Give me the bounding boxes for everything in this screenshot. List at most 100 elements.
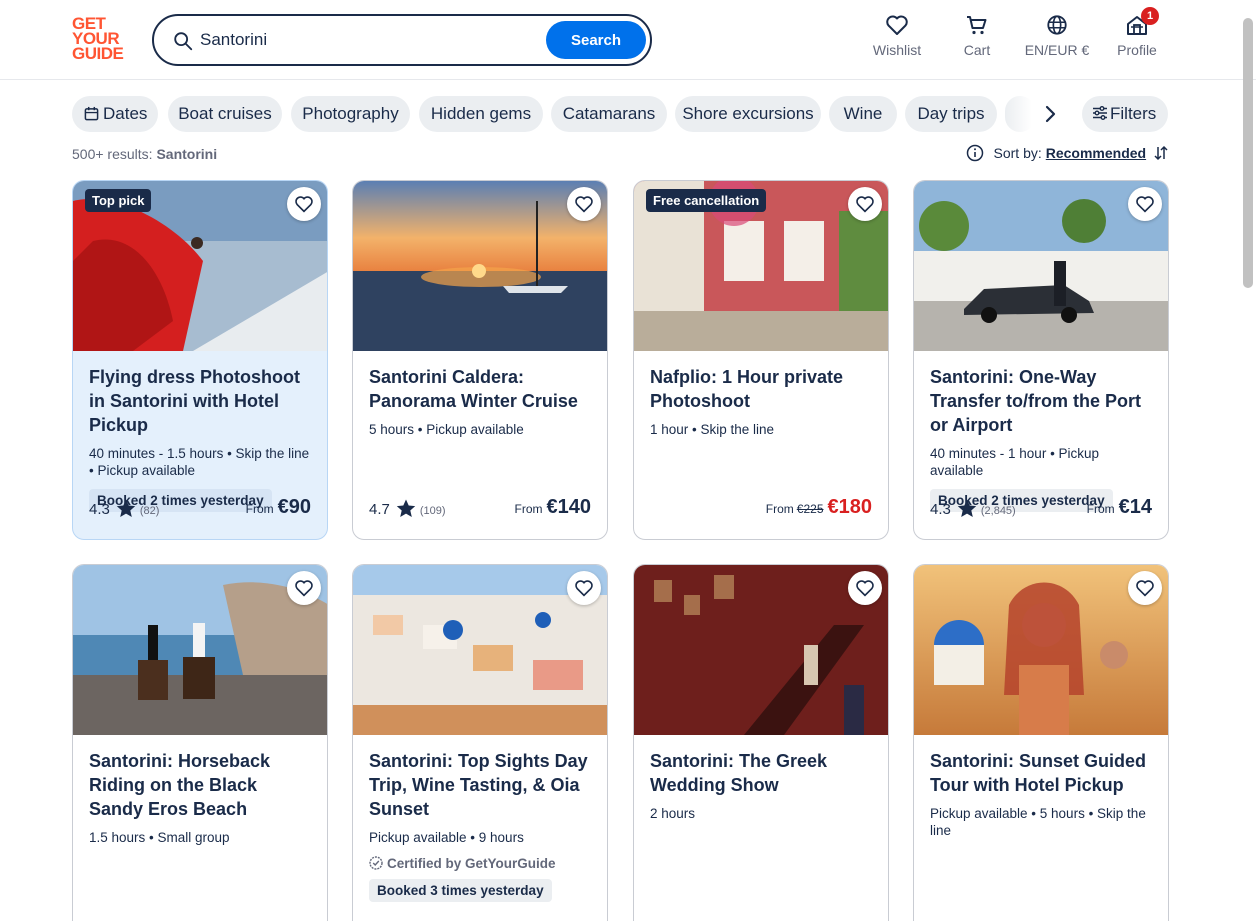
chevron-right-icon[interactable]: [1036, 100, 1064, 128]
card-tag: Free cancellation: [646, 189, 767, 212]
cart-icon: [967, 16, 987, 35]
price-from: From: [245, 502, 274, 516]
sort-arrows-icon: [1154, 145, 1168, 161]
activity-card[interactable]: Santorini Caldera: Panorama Winter Cruis…: [352, 180, 608, 540]
price-from: From: [1086, 502, 1115, 516]
wishlist-button[interactable]: [1128, 187, 1162, 221]
card-meta: 40 minutes - 1.5 hours • Skip the line •…: [89, 446, 310, 478]
activity-card[interactable]: Santorini: One-Way Transfer to/from the …: [913, 180, 1169, 540]
card-title[interactable]: Flying dress Photoshoot in Santorini wit…: [89, 365, 311, 437]
card-title[interactable]: Nafplio: 1 Hour private Photoshoot: [650, 365, 872, 413]
card-rating: 4.7 (109): [369, 499, 446, 518]
card-image: [914, 181, 1168, 351]
heart-icon: [1136, 196, 1154, 213]
card-title[interactable]: Santorini: Horseback Riding on the Black…: [89, 749, 311, 821]
wishlist-button[interactable]: [1128, 571, 1162, 605]
card-tag: Top pick: [85, 189, 152, 212]
activity-card[interactable]: Free cancellation Nafplio: 1 Hour privat…: [633, 180, 889, 540]
card-image: [73, 565, 327, 735]
logo-line: GUIDE: [72, 44, 124, 63]
activity-card[interactable]: Santorini: Top Sights Day Trip, Wine Tas…: [352, 564, 608, 921]
review-count: (109): [419, 505, 446, 517]
search-icon: [174, 32, 193, 51]
wishlist-button[interactable]: [287, 571, 321, 605]
card-title[interactable]: Santorini: Top Sights Day Trip, Wine Tas…: [369, 749, 591, 821]
card-meta: Pickup available • 9 hours: [369, 830, 524, 845]
activity-card[interactable]: Santorini: The Greek Wedding Show 2 hour…: [633, 564, 889, 921]
card-image: [634, 565, 888, 735]
rating-value: 4.7: [369, 501, 390, 518]
card-rating: 4.3 (2,845): [930, 499, 1016, 518]
scrollbar-thumb[interactable]: [1243, 18, 1253, 288]
card-image: [914, 565, 1168, 735]
card-title[interactable]: Santorini Caldera: Panorama Winter Cruis…: [369, 365, 591, 413]
heart-icon: [856, 196, 874, 213]
logo[interactable]: GET YOUR GUIDE: [72, 15, 130, 63]
price-amount: €180: [827, 496, 873, 518]
nav-cart[interactable]: Cart: [957, 14, 997, 64]
info-icon[interactable]: [966, 144, 984, 162]
results-query: Santorini: [156, 146, 218, 162]
header: GET YOUR GUIDE Search Wishlist Cart EN/E…: [0, 0, 1256, 80]
star-icon: [116, 499, 136, 517]
nav-profile-label: Profile: [1117, 42, 1157, 58]
nav-cart-label: Cart: [963, 42, 991, 58]
sort-value[interactable]: Recommended: [1046, 145, 1146, 161]
nav-locale[interactable]: EN/EUR €: [1022, 14, 1092, 64]
card-image: Top pick: [73, 181, 327, 351]
chip-dates[interactable]: Dates: [72, 96, 158, 132]
filters-button[interactable]: Filters: [1082, 96, 1168, 132]
nav-profile[interactable]: 1 Profile: [1114, 7, 1160, 64]
wishlist-button[interactable]: [848, 571, 882, 605]
price-amount: €14: [1118, 496, 1152, 518]
calendar-icon: [84, 106, 99, 121]
filter-chips: Dates Boat cruises Photography Hidden ge…: [72, 96, 1168, 132]
chip-day-trips[interactable]: Day trips: [905, 96, 997, 132]
card-title[interactable]: Santorini: The Greek Wedding Show: [650, 749, 872, 797]
card-price: From €14: [1087, 496, 1152, 519]
chip-hidden-gems[interactable]: Hidden gems: [419, 96, 543, 132]
chip-photography[interactable]: Photography: [291, 96, 410, 132]
chip-overflow: [1005, 96, 1035, 132]
card-image: [353, 181, 607, 351]
card-meta: 40 minutes - 1 hour • Pickup available: [930, 446, 1100, 478]
card-title[interactable]: Santorini: One-Way Transfer to/from the …: [930, 365, 1152, 437]
results-count-text: 500+ results:: [72, 146, 153, 162]
card-price: From €90: [246, 496, 311, 519]
chip-boat-cruises[interactable]: Boat cruises: [168, 96, 282, 132]
certified-text: Certified by GetYourGuide: [387, 856, 556, 871]
heart-icon: [295, 580, 313, 597]
card-title[interactable]: Santorini: Sunset Guided Tour with Hotel…: [930, 749, 1152, 797]
rating-value: 4.3: [930, 501, 951, 518]
price-from: From: [514, 502, 543, 516]
chip-label: Dates: [103, 104, 148, 123]
search-input[interactable]: [200, 28, 540, 52]
chip-shore-excursions[interactable]: Shore excursions: [675, 96, 821, 132]
chip-wine[interactable]: Wine: [829, 96, 897, 132]
search-button[interactable]: Search: [546, 21, 646, 59]
activity-card[interactable]: Santorini: Horseback Riding on the Black…: [72, 564, 328, 921]
wishlist-button[interactable]: [567, 571, 601, 605]
card-meta: 2 hours: [650, 806, 696, 821]
card-image: Free cancellation: [634, 181, 888, 351]
nav-locale-label: EN/EUR €: [1024, 42, 1090, 58]
sort-label: Sort by:: [993, 145, 1042, 161]
activity-card[interactable]: Top pick Flying dress Photoshoot in Sant…: [72, 180, 328, 540]
price-amount: €90: [277, 496, 311, 518]
certified-label: Certified by GetYourGuide: [369, 856, 591, 871]
booked-badge: Booked 3 times yesterday: [369, 879, 552, 902]
review-count: (2,845): [980, 505, 1016, 517]
chip-catamarans[interactable]: Catamarans: [551, 96, 667, 132]
card-meta: 1.5 hours • Small group: [89, 830, 230, 845]
wishlist-button[interactable]: [287, 187, 321, 221]
sort-control[interactable]: Sort by: Recommended: [966, 144, 1168, 162]
card-price: From €225 €180: [766, 496, 872, 519]
star-icon: [957, 499, 977, 517]
activity-card[interactable]: Santorini: Sunset Guided Tour with Hotel…: [913, 564, 1169, 921]
heart-icon: [886, 15, 908, 35]
price-original: €225: [796, 502, 824, 516]
wishlist-button[interactable]: [567, 187, 601, 221]
wishlist-button[interactable]: [848, 187, 882, 221]
nav-wishlist[interactable]: Wishlist: [872, 14, 922, 64]
price-amount: €140: [546, 496, 592, 518]
